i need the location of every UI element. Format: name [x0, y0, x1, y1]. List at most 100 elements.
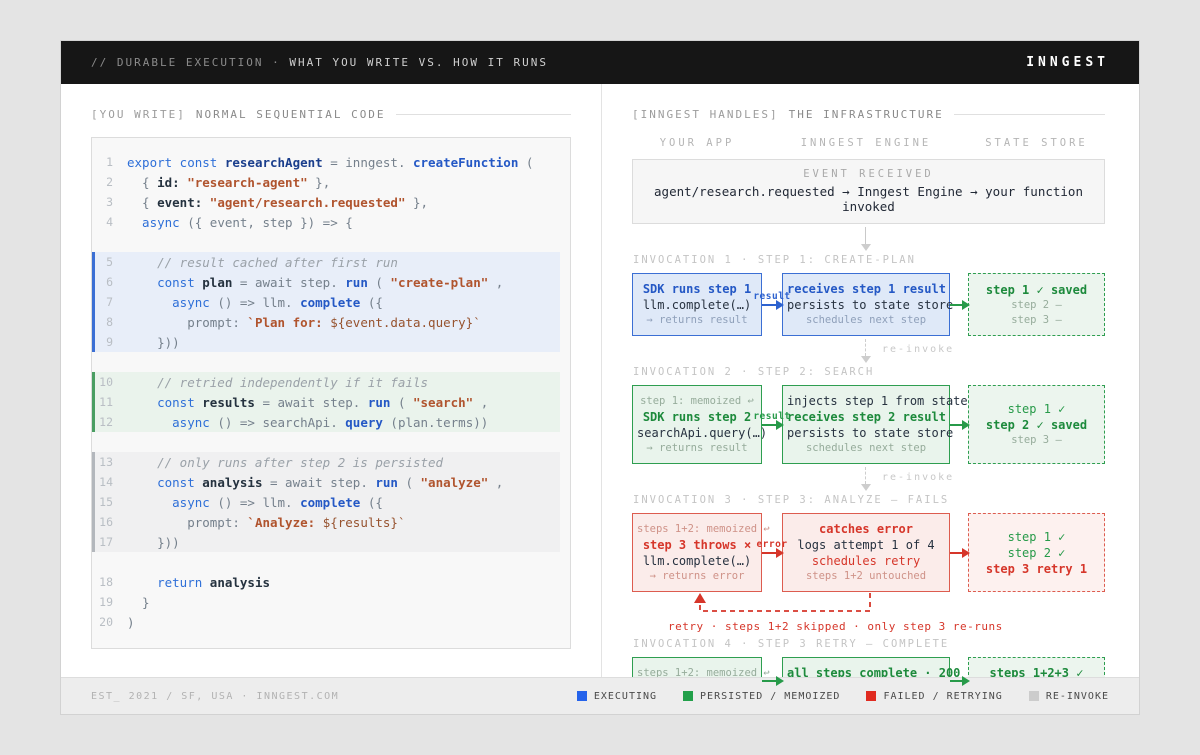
reinvoke-connector: re-invoke	[632, 464, 1105, 494]
flow-box-line: step 2 ✓ saved	[973, 417, 1100, 433]
retry-loop-arrow-icon	[632, 593, 1107, 619]
flow-box-line: step 3 –	[973, 433, 1100, 448]
code-text: // retried independently if it fails	[127, 375, 428, 390]
code-token: id:	[157, 175, 180, 190]
legend-swatch-icon	[1029, 691, 1039, 701]
code-text: async () => llm. complete ({	[127, 495, 383, 510]
arrow-stem	[865, 227, 866, 244]
code-token: async	[127, 495, 210, 510]
infrastructure-section: [INNGEST HANDLES] THE INFRASTRUCTURE YOU…	[602, 84, 1139, 677]
code-token: ({ event, step }) => {	[180, 215, 353, 230]
flow-box-line: receives step 1 result	[787, 281, 945, 297]
arrow-right-icon: error	[762, 552, 782, 554]
legend-label: PERSISTED / MEMOIZED	[700, 691, 840, 702]
content-area: [YOU WRITE] NORMAL SEQUENTIAL CODE 1expo…	[61, 84, 1139, 677]
reinvoke-label: re-invoke	[882, 472, 954, 483]
code-block: 5 // result cached after first run6 cons…	[92, 252, 560, 352]
flow-box-line: step 2 –	[973, 298, 1100, 313]
code-token: researchAgent	[225, 155, 323, 170]
engine-to-state-arrow	[950, 513, 968, 592]
code-token: `Analyze:	[247, 515, 322, 530]
code-block: 18 return analysis19 }20)	[92, 572, 560, 632]
engine-to-state-arrow	[950, 273, 968, 336]
flow-box-line: searchApi.query(…)	[637, 425, 757, 441]
right-panel-rule	[954, 114, 1105, 115]
code-token: complete	[300, 295, 360, 310]
code-editor[interactable]: 1export const researchAgent = inngest. c…	[91, 137, 571, 649]
code-token: {	[127, 175, 157, 190]
event-received-box: EVENT RECEIVED agent/research.requested …	[632, 159, 1105, 224]
code-token: analysis	[202, 475, 262, 490]
code-line: 13 // only runs after step 2 is persiste…	[95, 452, 560, 472]
line-number: 7	[95, 295, 127, 309]
line-number: 12	[95, 415, 127, 429]
code-token: createFunction	[413, 155, 518, 170]
left-panel-rule	[396, 114, 571, 115]
line-number: 3	[95, 195, 127, 209]
code-token: () => llm.	[210, 495, 300, 510]
arrow-label: result	[753, 411, 790, 422]
flow-box-line: catches error	[787, 521, 945, 537]
legend-item: RE-INVOKE	[1029, 691, 1109, 702]
line-number: 4	[95, 215, 127, 229]
legend-label: EXECUTING	[594, 691, 657, 702]
line-number: 20	[95, 615, 127, 629]
flow-box-line: receives step 2 result	[787, 409, 945, 425]
code-token: "search"	[413, 395, 473, 410]
code-token: async	[127, 295, 210, 310]
code-token: "research-agent"	[187, 175, 307, 190]
flow-box-line: → returns result	[637, 313, 757, 328]
code-text: { id: "research-agent" },	[127, 175, 330, 190]
legend-item: FAILED / RETRYING	[866, 691, 1002, 702]
code-line: 8 prompt: `Plan for: ${event.data.query}…	[95, 312, 560, 332]
invocation-row: SDK runs step 1llm.complete(…)→ returns …	[632, 273, 1105, 336]
legend-swatch-icon	[866, 691, 876, 701]
code-block: 10 // retried independently if it fails 1…	[92, 372, 560, 432]
code-token: "agent/research.requested"	[210, 195, 406, 210]
legend-swatch-icon	[683, 691, 693, 701]
code-line: 20)	[95, 612, 560, 632]
line-number: 17	[95, 535, 127, 549]
line-number: 18	[95, 575, 127, 589]
code-token: run	[345, 275, 368, 290]
code-text: // result cached after first run	[127, 255, 398, 270]
flow-box-line: steps 1+2 untouched	[787, 569, 945, 584]
code-text: { event: "agent/research.requested" },	[127, 195, 428, 210]
left-panel-title: NORMAL SEQUENTIAL CODE	[196, 108, 386, 121]
code-text: const results = await step. run ( "searc…	[127, 395, 488, 410]
code-token: async	[127, 415, 210, 430]
code-token: const	[127, 475, 202, 490]
flow-box-line: step 3 –	[973, 313, 1100, 328]
code-text: prompt: `Analyze: ${results}`	[127, 515, 405, 530]
flow-box-line: step 1 ✓	[973, 529, 1100, 545]
retry-note: retry · steps 1+2 skipped · only step 3 …	[668, 620, 1003, 633]
arrow-right-icon	[950, 424, 968, 426]
code-token: query	[345, 415, 383, 430]
flow-box-line: injects step 1 from state	[787, 393, 945, 409]
code-token: }	[127, 595, 150, 610]
column-headers: YOUR APP INNGEST ENGINE STATE STORE	[632, 137, 1105, 149]
code-token: export const	[127, 155, 225, 170]
code-text: export const researchAgent = inngest. cr…	[127, 155, 533, 170]
engine-box: receives step 1 resultpersists to state …	[782, 273, 950, 336]
line-number: 8	[95, 315, 127, 329]
code-line: 18 return analysis	[95, 572, 560, 592]
legend-item: EXECUTING	[577, 691, 657, 702]
code-token: run	[368, 395, 391, 410]
event-box-body: agent/research.requested → Inngest Engin…	[639, 184, 1098, 214]
engine-to-state-arrow	[950, 385, 968, 464]
flow-box-line: logs attempt 1 of 4	[787, 537, 945, 553]
code-token: () => searchApi.	[210, 415, 345, 430]
code-token: = await step.	[255, 395, 368, 410]
arrow-head-down-icon	[861, 356, 871, 363]
main-card: // DURABLE EXECUTION · WHAT YOU WRITE VS…	[60, 40, 1140, 715]
line-number: 6	[95, 275, 127, 289]
line-number: 16	[95, 515, 127, 529]
right-panel-title: THE INFRASTRUCTURE	[789, 108, 944, 121]
code-token: {	[127, 195, 157, 210]
line-number: 10	[95, 375, 127, 389]
app-box: step 1: memoized ↩SDK runs step 2searchA…	[632, 385, 762, 464]
code-token: ,	[488, 275, 503, 290]
code-token	[202, 195, 210, 210]
flow-box-line: persists to state store	[787, 297, 945, 313]
